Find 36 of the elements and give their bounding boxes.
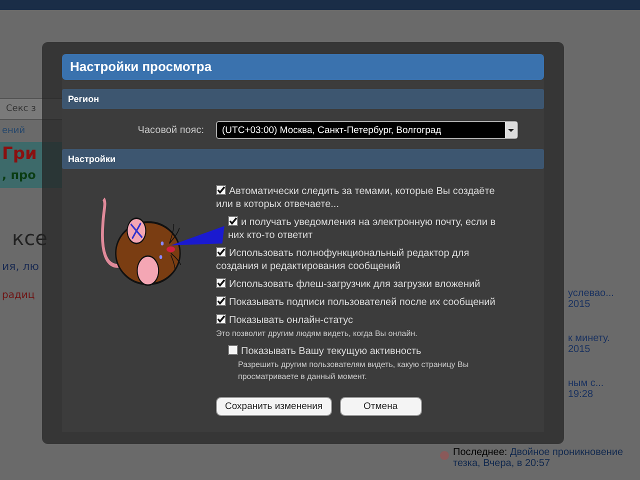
- dialog-title: Настройки просмотра: [62, 54, 544, 80]
- page-text: ений: [1, 125, 26, 138]
- section-header: Настройки: [62, 149, 544, 169]
- field-label: Часовой пояс:: [136, 124, 204, 136]
- checkbox[interactable]: [216, 247, 226, 257]
- option-label[interactable]: Автоматически следить за темами, которые Вы создаёте или в которых отвечаете...: [216, 185, 501, 211]
- option-label[interactable]: Использовать полнофункциональный редактор для создания и редактирования сообщений: [216, 247, 501, 273]
- option-description: Разрешить другим пользователям видеть, какую страницу Вы просматриваете в данный момент.: [237, 359, 470, 383]
- last-post-text: 19:28: [568, 389, 594, 400]
- last-post-meta: тезка, Вчера, в 20:57: [453, 458, 552, 469]
- page-text: ия, лю: [1, 260, 40, 275]
- last-post-text: Последнее: Двойное проникновение: [453, 447, 624, 458]
- checkbox[interactable]: [216, 314, 226, 324]
- last-post-text: 2015: [568, 344, 592, 355]
- last-post-text: ным с...: [568, 378, 605, 389]
- cancel-button[interactable]: Отмена: [340, 397, 422, 416]
- checkbox[interactable]: [228, 345, 238, 355]
- page-text: радиц: [1, 290, 36, 301]
- checkbox[interactable]: [228, 216, 238, 226]
- option-label[interactable]: и получать уведомления на электронную почту, если в них кто-то ответит: [228, 216, 513, 242]
- checkbox[interactable]: [216, 278, 226, 288]
- option-label[interactable]: Показывать подписи пользователей после их сообщений: [216, 296, 501, 309]
- checkbox[interactable]: [216, 296, 226, 306]
- last-post-text: 2015: [568, 299, 592, 310]
- status-dot: [440, 451, 449, 460]
- option-description: Это позволит другим людям видеть, когда Вы онлайн.: [216, 328, 418, 340]
- save-button[interactable]: Сохранить изменения: [216, 397, 332, 416]
- option-label[interactable]: Показывать онлайн-статус: [216, 314, 501, 327]
- last-post-text: к минету.: [568, 333, 611, 344]
- section-header: Регион: [62, 89, 544, 109]
- checkbox[interactable]: [216, 185, 226, 195]
- option-label[interactable]: Использовать флеш-загрузчик для загрузки вложений: [216, 278, 501, 291]
- last-post-text: услевао...: [568, 288, 615, 299]
- caret-icon: [505, 122, 517, 138]
- timezone-select[interactable]: (UTC+03:00) Москва, Санкт-Петербург, Волгоград: [216, 121, 518, 139]
- option-label[interactable]: Показывать Вашу текущую активность: [228, 345, 513, 358]
